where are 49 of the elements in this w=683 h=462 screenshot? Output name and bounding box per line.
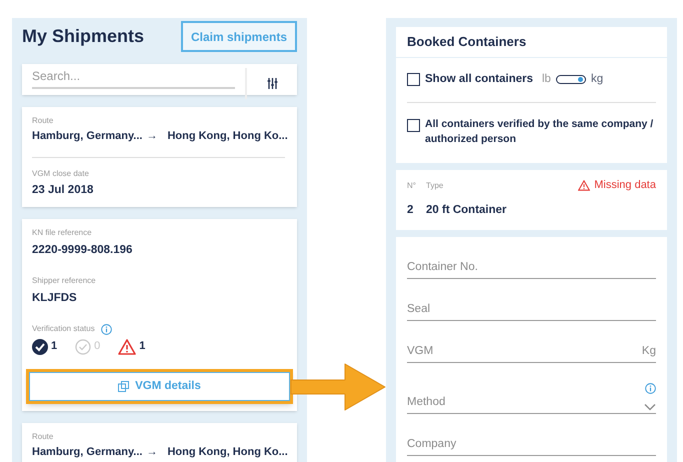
input-field[interactable]: Company: [407, 436, 656, 453]
field-label: Verification status: [32, 323, 95, 336]
section-title: Booked Containers: [407, 33, 526, 52]
route-arrow: →: [146, 444, 158, 460]
filter-icon[interactable]: [266, 78, 278, 89]
missing-data-warning: Missing data: [594, 178, 656, 194]
check-circle-icon: [75, 338, 92, 354]
container-type: 20 ft Container: [426, 202, 507, 218]
route-origin: Hamburg, Germany...: [32, 129, 142, 144]
input-field[interactable]: VGM: [407, 342, 642, 360]
field-value: 23 Jul 2018: [32, 182, 94, 198]
status-count: 1: [51, 339, 58, 354]
input-field[interactable]: Seal: [407, 300, 656, 318]
route-destination: Hong Kong, Hong Ko...: [167, 129, 288, 144]
route-arrow: →: [146, 129, 158, 144]
checkbox[interactable]: [407, 73, 420, 86]
unit-switch[interactable]: [556, 75, 586, 84]
info-icon[interactable]: [645, 383, 656, 394]
shipment-card[interactable]: Route Hamburg, Germany... → Hong Kong, Hong Ko... VGM close date 23 Jul 2018: [22, 107, 297, 207]
warning-icon: [118, 338, 136, 354]
unit-label: kg: [590, 72, 604, 87]
search-field[interactable]: Search...: [32, 67, 235, 89]
panel-title: My Shipments: [22, 25, 144, 48]
status-count: 1: [139, 339, 146, 354]
unit-label: lb: [542, 72, 551, 87]
field-label: Route: [32, 115, 54, 127]
info-icon[interactable]: [100, 324, 112, 335]
warning-icon: [578, 180, 590, 191]
shipment-card[interactable]: Route Hamburg, Germany... → Hong Kong, Hong Ko...: [22, 422, 297, 462]
field-label: KN file reference: [32, 226, 93, 239]
copy-icon: [118, 380, 130, 392]
field-label: VGM close date: [32, 168, 90, 180]
column-label: N°: [407, 180, 417, 192]
container-number: 2: [407, 202, 414, 218]
field-label: Route: [32, 430, 54, 443]
checkbox-label: All containers verified by the same company / authorized person: [425, 117, 654, 148]
input-field[interactable]: Container No.: [407, 258, 656, 276]
field-value: 2220-9999-808.196: [32, 242, 134, 258]
route-destination: Hong Kong, Hong Ko...: [167, 444, 288, 460]
unit-suffix: Kg: [642, 344, 656, 359]
field-value: KLJFDS: [32, 291, 78, 306]
check-circle-icon: [32, 338, 48, 354]
input-field[interactable]: Method: [407, 394, 644, 411]
checkbox-label: Show all containers: [425, 72, 533, 87]
chevron-down-icon: [644, 403, 656, 411]
column-label: Type: [426, 180, 444, 192]
checkbox[interactable]: [407, 119, 420, 132]
route-origin: Hamburg, Germany...: [32, 444, 142, 460]
field-label: Shipper reference: [32, 275, 97, 287]
